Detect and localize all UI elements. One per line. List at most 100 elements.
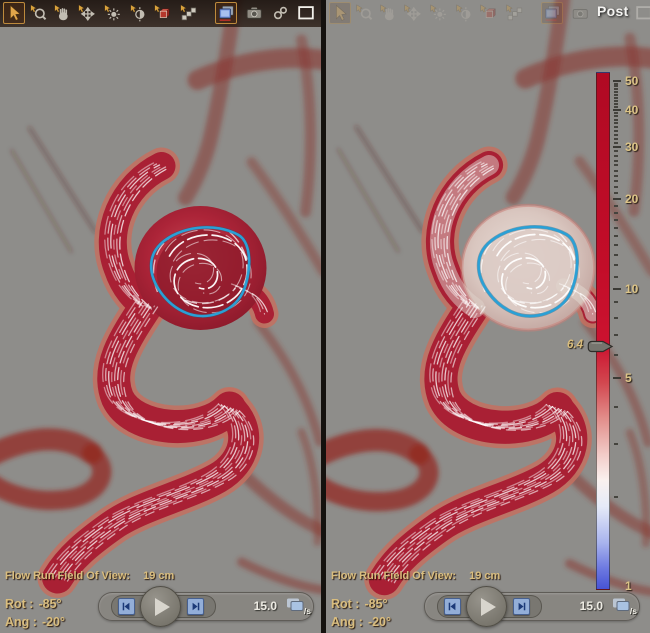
colorbar-tick <box>614 138 618 140</box>
clip-box-tool-icon[interactable] <box>477 2 499 24</box>
pre-treatment-panel: Flow Run Field Of View: 19 cm Rot : -85° A… <box>0 0 321 633</box>
border-frame-tool-icon[interactable] <box>295 2 317 24</box>
colorbar-tick <box>614 354 618 356</box>
colorbar-tick <box>614 119 618 121</box>
colorbar-tick <box>614 115 618 117</box>
frames-per-second-icon[interactable]: /s <box>285 596 309 616</box>
clip-box-tool-icon[interactable] <box>151 2 173 24</box>
frames-per-second-icon[interactable]: /s <box>611 596 635 616</box>
colorbar-tick <box>614 264 618 266</box>
select-cursor-tool-icon[interactable] <box>329 2 351 24</box>
colorbar-tick <box>614 130 618 132</box>
colorbar-threshold-handle[interactable] <box>587 340 614 353</box>
rotation-readout: Rot : -85° <box>5 597 62 611</box>
colorbar-tick <box>614 88 618 90</box>
playback-speed-value[interactable]: 15.0 <box>233 599 277 613</box>
colorbar-tick <box>614 83 618 85</box>
zoom-tool-icon[interactable] <box>27 2 49 24</box>
colorbar-tick <box>614 180 618 182</box>
pan-tool-icon[interactable] <box>51 2 73 24</box>
ang-label: Ang : <box>331 615 363 629</box>
zoom-tool-icon[interactable] <box>353 2 375 24</box>
playback-controls: 15.0 /s <box>424 592 640 621</box>
colorbar-label: 40 <box>625 103 638 117</box>
rotate-tool-icon[interactable] <box>401 2 423 24</box>
resize-tool-icon[interactable] <box>503 2 525 24</box>
fps-unit-label: /s <box>304 606 311 616</box>
colorbar-gradient[interactable] <box>596 72 610 590</box>
colorbar-label: 20 <box>625 192 638 206</box>
step-forward-button[interactable] <box>513 598 530 615</box>
contrast-tool-icon[interactable] <box>453 2 475 24</box>
colorbar-tick <box>614 85 618 87</box>
colorbar-tick <box>614 100 618 102</box>
display-layout-tool-icon[interactable] <box>215 2 237 24</box>
rotate-tool-icon[interactable] <box>75 2 97 24</box>
colorbar-tick <box>614 122 618 124</box>
colorbar-tick <box>614 126 618 128</box>
rot-value: -85° <box>364 597 387 611</box>
brightness-tool-icon[interactable] <box>101 2 123 24</box>
colorbar-tick <box>614 106 618 108</box>
fov-value: 19 cm <box>143 570 174 582</box>
colorbar-tick <box>614 406 618 408</box>
border-frame-tool-icon[interactable] <box>633 2 650 24</box>
step-back-button[interactable] <box>444 598 461 615</box>
post-treatment-panel: Post Flow Run Field Of View:19 cm Rot :-… <box>326 0 650 633</box>
colorbar-tick <box>614 235 618 237</box>
play-icon <box>155 598 170 616</box>
colorbar-tick <box>614 496 618 498</box>
play-icon <box>481 598 496 616</box>
angiogram-viewport-pre[interactable] <box>0 0 321 633</box>
link-tool-icon[interactable] <box>269 2 291 24</box>
colorbar-tick <box>614 150 618 152</box>
colorbar-tick <box>614 170 618 172</box>
angulation-readout: Ang :-20° <box>5 615 65 629</box>
play-button[interactable] <box>466 586 507 627</box>
colorbar-tick <box>614 160 618 162</box>
colorbar-tick <box>614 192 618 194</box>
fps-unit-label: /s <box>630 606 637 616</box>
camera-snapshot-tool-icon[interactable] <box>243 2 265 24</box>
camera-snapshot-tool-icon[interactable] <box>569 2 591 24</box>
colorbar-tick <box>614 254 618 256</box>
colorbar-tick <box>614 134 618 136</box>
contrast-tool-icon[interactable] <box>127 2 149 24</box>
step-forward-button[interactable] <box>187 598 204 615</box>
play-button[interactable] <box>140 586 181 627</box>
colorbar-tick <box>614 94 618 96</box>
colorbar-label: 50 <box>625 74 638 88</box>
colorbar-label: 5 <box>625 371 632 385</box>
colorbar-tick <box>614 164 618 166</box>
brightness-tool-icon[interactable] <box>427 2 449 24</box>
field-of-view-readout: Flow Run Field Of View:19 cm <box>331 570 500 582</box>
rot-value: -85° <box>38 597 61 611</box>
colorbar-tick <box>614 227 618 229</box>
colorbar-tick <box>614 301 618 303</box>
colorbar-tick <box>613 198 621 200</box>
playback-speed-value[interactable]: 15.0 <box>559 599 603 613</box>
playback-controls: 15.0 /s <box>98 592 314 621</box>
fov-label: Flow Run Field Of View: <box>5 570 130 582</box>
colorbar-label: 1 <box>625 579 632 593</box>
display-layout-tool-icon[interactable] <box>541 2 563 24</box>
step-back-button[interactable] <box>118 598 135 615</box>
select-cursor-tool-icon[interactable] <box>3 2 25 24</box>
colorbar-tick <box>614 219 618 221</box>
colorbar-tick <box>614 212 618 214</box>
rot-label: Rot : <box>5 597 33 611</box>
flow-visualization-app: Flow Run Field Of View:19 cm Rot :-85° A… <box>0 0 650 633</box>
post-label: Post <box>597 3 629 19</box>
colorbar-tick <box>613 109 621 111</box>
colorbar-tick <box>614 155 618 157</box>
colorbar-tick <box>614 334 618 336</box>
rot-label: Rot : <box>331 597 359 611</box>
colorbar-tick <box>614 112 618 114</box>
pan-tool-icon[interactable] <box>377 2 399 24</box>
colorbar-tick <box>614 276 618 278</box>
colorbar-tick <box>614 97 618 99</box>
rotation-readout: Rot : -85° <box>331 597 388 611</box>
colorbar-label: 30 <box>625 140 638 154</box>
colorbar-label: 10 <box>625 282 638 296</box>
resize-tool-icon[interactable] <box>177 2 199 24</box>
